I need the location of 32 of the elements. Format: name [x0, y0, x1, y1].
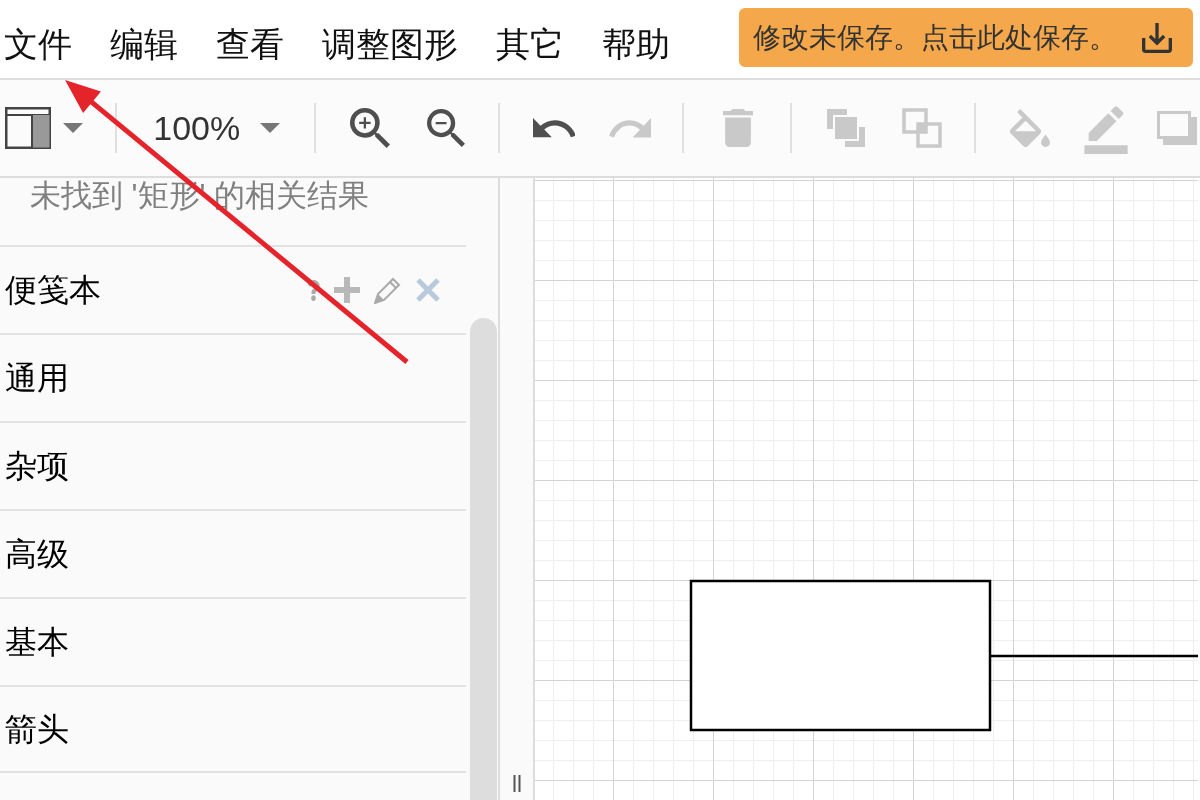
overlapping-squares-icon [826, 108, 866, 148]
menu-item[interactable]: 帮助 [602, 26, 670, 62]
menu-item[interactable]: 其它 [496, 26, 564, 62]
redo-icon [609, 118, 652, 138]
undo-icon [533, 118, 576, 138]
library-section-header[interactable]: 高级 [0, 509, 466, 597]
pencil-icon[interactable] [374, 276, 402, 304]
scrollbar-thumb[interactable] [470, 318, 497, 800]
overlapping-squares-icon [902, 108, 942, 148]
zoom-out-icon [427, 109, 466, 147]
download-icon [1142, 22, 1172, 53]
shadow-box-icon [1157, 111, 1197, 145]
library-section-header[interactable]: 箭头 [0, 685, 466, 773]
caret-icon [260, 123, 281, 133]
menu-item[interactable]: 编辑 [110, 26, 178, 62]
library-section-header[interactable]: 杂项 [0, 421, 466, 509]
close-icon[interactable] [416, 278, 440, 302]
menu-item[interactable]: 调整图形 [322, 26, 458, 62]
caret-icon [63, 123, 83, 133]
trash-icon [723, 109, 754, 147]
zoom-in-icon [350, 108, 391, 148]
diagram-canvas[interactable] [533, 178, 1200, 800]
plus-icon[interactable] [334, 277, 360, 303]
panel-layout-icon [5, 107, 51, 149]
paint-bucket-icon [1010, 109, 1050, 147]
menu-item[interactable]: 文件 [4, 26, 72, 62]
menu-item[interactable]: 查看 [216, 26, 284, 62]
section-title[interactable]: 便笺本 [5, 273, 101, 307]
zoom-dropdown[interactable]: 100% [146, 100, 291, 156]
splitter-handle-icon[interactable] [512, 775, 521, 792]
save-notice-button[interactable]: 修改未保存。点击此处保存。 [739, 8, 1193, 67]
library-section-header[interactable]: 基本 [0, 597, 466, 685]
